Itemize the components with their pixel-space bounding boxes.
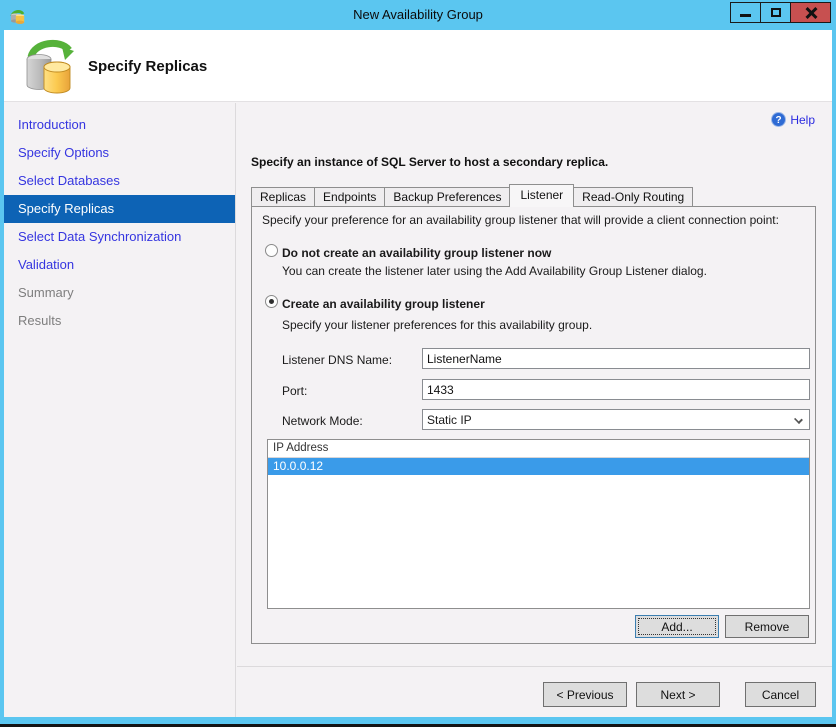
maximize-button[interactable] xyxy=(760,2,791,23)
close-icon xyxy=(805,7,817,19)
ip-address-row[interactable]: 10.0.0.12 xyxy=(268,458,809,475)
maximize-icon xyxy=(770,8,781,17)
replicas-icon xyxy=(26,39,74,94)
listener-dns-name-input[interactable] xyxy=(422,348,810,369)
window-title: New Availability Group xyxy=(353,7,483,22)
tab-read-only-routing[interactable]: Read-Only Routing xyxy=(573,187,694,207)
window-controls xyxy=(730,2,831,23)
sidebar-item-introduction[interactable]: Introduction xyxy=(4,111,235,139)
option-create-description: Specify your listener preferences for th… xyxy=(282,318,593,332)
add-button[interactable]: Add... xyxy=(635,615,719,638)
network-mode-label: Network Mode: xyxy=(282,414,363,428)
minimize-button[interactable] xyxy=(730,2,761,23)
new-availability-group-dialog: New Availability Group Specify Replicas … xyxy=(0,0,836,727)
sidebar-item-results: Results xyxy=(18,313,62,328)
network-mode-select[interactable]: Static IP xyxy=(422,409,810,430)
option-do-not-create-description: You can create the listener later using … xyxy=(282,264,707,278)
sidebar-item-validation[interactable]: Validation xyxy=(4,251,235,279)
help-icon: ? xyxy=(771,112,787,127)
remove-button[interactable]: Remove xyxy=(725,615,809,638)
port-input[interactable] xyxy=(422,379,810,400)
listener-tab-panel: Specify your preference for an availabil… xyxy=(251,206,816,644)
listener-intro-text: Specify your preference for an availabil… xyxy=(262,213,779,227)
dialog-body: Specify Replicas Introduction Specify Op… xyxy=(4,30,832,717)
help-link[interactable]: ? Help xyxy=(771,112,815,127)
sidebar-item-select-data-synchronization[interactable]: Select Data Synchronization xyxy=(4,223,235,251)
radio-do-not-create-listener[interactable] xyxy=(265,244,278,257)
listener-dns-name-label: Listener DNS Name: xyxy=(282,353,393,367)
sidebar-item-specify-replicas[interactable]: Specify Replicas xyxy=(4,195,235,223)
wizard-steps-sidebar: Introduction Specify Options Select Data… xyxy=(4,103,236,717)
tab-backup-preferences[interactable]: Backup Preferences xyxy=(384,187,511,207)
previous-button[interactable]: < Previous xyxy=(543,682,627,707)
svg-text:?: ? xyxy=(776,115,782,126)
page-title: Specify Replicas xyxy=(88,58,208,75)
replica-tabs: Replicas Endpoints Backup Preferences Li… xyxy=(251,184,694,207)
footer-divider xyxy=(237,666,832,667)
sidebar-item-summary: Summary xyxy=(18,285,74,300)
port-label: Port: xyxy=(282,384,308,398)
chevron-down-icon xyxy=(794,415,803,424)
ip-address-column-header[interactable]: IP Address xyxy=(268,440,809,458)
sidebar-item-select-databases[interactable]: Select Databases xyxy=(4,167,235,195)
instruction-text: Specify an instance of SQL Server to hos… xyxy=(251,155,609,169)
tab-endpoints[interactable]: Endpoints xyxy=(314,187,386,207)
wizard-header: Specify Replicas xyxy=(4,30,832,102)
option-do-not-create-label[interactable]: Do not create an availability group list… xyxy=(282,246,551,260)
sidebar-item-specify-options[interactable]: Specify Options xyxy=(4,139,235,167)
option-create-label[interactable]: Create an availability group listener xyxy=(282,297,485,311)
titlebar[interactable]: New Availability Group xyxy=(0,0,836,30)
radio-create-listener[interactable] xyxy=(265,295,278,308)
tab-listener[interactable]: Listener xyxy=(509,184,575,207)
network-mode-value: Static IP xyxy=(427,412,472,427)
close-button[interactable] xyxy=(790,2,831,23)
cancel-button[interactable]: Cancel xyxy=(745,682,816,707)
help-label: Help xyxy=(790,112,815,127)
next-button[interactable]: Next > xyxy=(636,682,720,707)
minimize-icon xyxy=(740,14,751,17)
main-content: ? Help Specify an instance of SQL Server… xyxy=(237,103,832,717)
tab-replicas[interactable]: Replicas xyxy=(251,187,316,207)
ip-address-list[interactable]: IP Address 10.0.0.12 xyxy=(267,439,810,609)
